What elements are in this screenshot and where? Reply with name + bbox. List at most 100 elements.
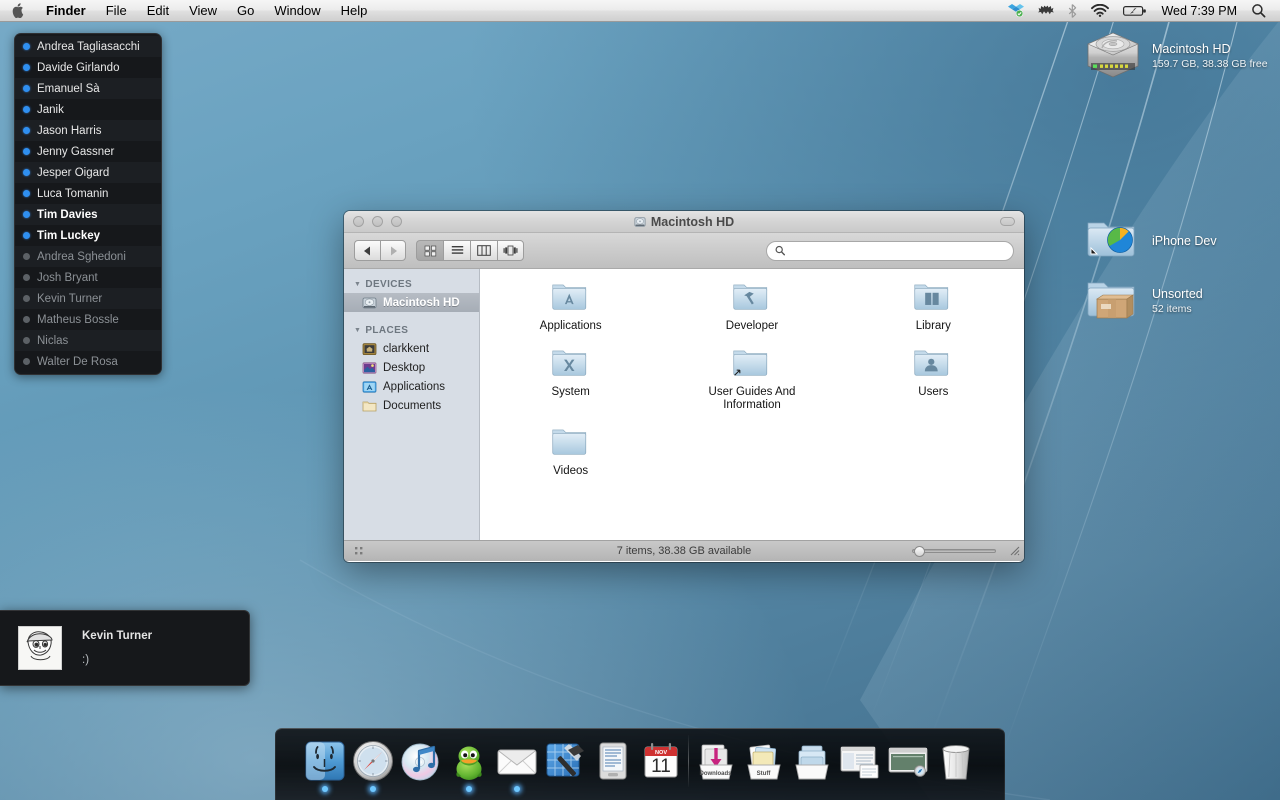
menu-item-edit[interactable]: Edit (137, 0, 179, 21)
sidebar-item-desktop[interactable]: Desktop (344, 358, 479, 377)
finder-window[interactable]: Macintosh HD ▼ DEVICES Macintosh HD ▼ PL… (344, 211, 1024, 562)
desktop-icon-unsorted[interactable]: Unsorted 52 items (1084, 275, 1203, 327)
sidebar-section-devices[interactable]: ▼ DEVICES (344, 276, 479, 293)
applications-folder-icon (362, 380, 377, 393)
dock-minimized-window-2[interactable] (884, 735, 932, 783)
battery-icon[interactable] (1117, 0, 1153, 21)
buddy-row[interactable]: Niclas (15, 330, 161, 351)
chat-notification[interactable]: Kevin Turner :) (0, 610, 250, 686)
dropbox-icon[interactable] (1002, 0, 1030, 21)
file-item-developer[interactable]: Developer (661, 281, 842, 333)
bluetooth-icon[interactable] (1062, 0, 1083, 21)
dock-stack-downloads[interactable]: Downloads (692, 735, 740, 783)
file-item-library[interactable]: Library (843, 281, 1024, 333)
menu-item-file[interactable]: File (96, 0, 137, 21)
forward-button[interactable] (380, 240, 406, 261)
dock-item-trash[interactable] (932, 735, 980, 783)
menu-item-window[interactable]: Window (264, 0, 330, 21)
buddy-row[interactable]: Walter De Rosa (15, 351, 161, 372)
search-icon[interactable] (1245, 0, 1272, 21)
buddy-row[interactable]: Tim Luckey (15, 225, 161, 246)
buddy-row[interactable]: Jenny Gassner (15, 141, 161, 162)
file-item-system[interactable]: System (480, 347, 661, 412)
close-button[interactable] (353, 216, 364, 227)
menu-bar-clock[interactable]: Wed 7:39 PM (1155, 4, 1243, 18)
coverflow-view-button[interactable] (497, 240, 524, 261)
bat-icon[interactable] (1032, 0, 1060, 21)
dock-stack-stuff[interactable]: Stuff (740, 735, 788, 783)
finder-statusbar: 7 items, 38.38 GB available (344, 540, 1024, 561)
file-item-users[interactable]: Users (843, 347, 1024, 412)
buddy-row[interactable]: Andrea Sghedoni (15, 246, 161, 267)
buddy-row[interactable]: Andrea Tagliasacchi (15, 36, 161, 57)
dock-item-finder[interactable] (301, 735, 349, 792)
dock-item-itunes[interactable] (397, 735, 445, 783)
menu-item-go[interactable]: Go (227, 0, 264, 21)
dock-item-xcode[interactable] (541, 735, 589, 783)
desktop[interactable]: Finder File Edit View Go Window Help Wed… (0, 0, 1280, 800)
menu-item-finder[interactable]: Finder (36, 0, 96, 21)
file-item-videos[interactable]: Videos (480, 426, 661, 478)
xcode-hammer-icon (546, 743, 584, 777)
status-dot-online (23, 211, 30, 218)
sidebar-item-documents[interactable]: Documents (344, 396, 479, 415)
buddy-row[interactable]: Janik (15, 99, 161, 120)
dock-minimized-window-1[interactable] (836, 735, 884, 783)
buddy-row[interactable]: Jason Harris (15, 120, 161, 141)
apple-logo-icon[interactable] (0, 0, 36, 21)
desktop-icon-labels: iPhone Dev (1152, 234, 1217, 248)
buddy-row[interactable]: Josh Bryant (15, 267, 161, 288)
resize-handle[interactable] (1009, 545, 1020, 558)
buddy-name: Josh Bryant (37, 271, 98, 284)
dock-item-ical[interactable]: NOV 11 (637, 735, 685, 783)
dock-item-reader[interactable] (589, 735, 637, 783)
dock-item-mail[interactable] (493, 735, 541, 792)
finder-toolbar (344, 233, 1024, 269)
sidebar-item-macintosh-hd[interactable]: Macintosh HD (344, 293, 479, 312)
search-field[interactable] (766, 240, 1014, 261)
zoom-button[interactable] (391, 216, 402, 227)
menu-item-view[interactable]: View (179, 0, 227, 21)
window-titlebar[interactable]: Macintosh HD (344, 211, 1024, 233)
dock-item-safari[interactable] (349, 735, 397, 792)
chevron-down-icon[interactable]: ▼ (354, 281, 361, 288)
dock-item-adium[interactable] (445, 735, 493, 792)
file-label: User Guides And Information (708, 386, 796, 411)
slider-knob[interactable] (914, 545, 925, 557)
fullscreen-toggle[interactable] (1000, 217, 1015, 226)
buddy-row[interactable]: Kevin Turner (15, 288, 161, 309)
wifi-icon[interactable] (1085, 0, 1115, 21)
window-title-text: Macintosh HD (650, 214, 735, 229)
buddy-row[interactable]: Tim Davies (15, 204, 161, 225)
sidebar-item-applications[interactable]: Applications (344, 377, 479, 396)
back-button[interactable] (354, 240, 380, 261)
finder-file-area[interactable]: Applications Developer Library System Us… (480, 269, 1024, 540)
minimize-button[interactable] (372, 216, 383, 227)
search-input[interactable] (790, 244, 1005, 257)
menu-item-help[interactable]: Help (331, 0, 378, 21)
list-view-button[interactable] (443, 240, 470, 261)
buddy-row[interactable]: Jesper Oigard (15, 162, 161, 183)
buddy-row[interactable]: Luca Tomanin (15, 183, 161, 204)
desktop-icon-iphone-dev[interactable]: iPhone Dev (1084, 215, 1217, 267)
calendar-icon: NOV 11 (644, 743, 677, 778)
file-item-applications[interactable]: Applications (480, 281, 661, 333)
dock-stack-folders[interactable] (788, 735, 836, 783)
buddy-list-window[interactable]: Andrea Tagliasacchi Davide Girlando Eman… (14, 33, 162, 375)
bat-glyph (1038, 5, 1055, 14)
buddy-row[interactable]: Matheus Bossle (15, 309, 161, 330)
icon-size-slider[interactable] (912, 545, 996, 557)
status-dot-online (23, 148, 30, 155)
sidebar-item-label: Macintosh HD (383, 296, 460, 309)
desktop-icon-macintosh-hd[interactable]: Macintosh HD 159.7 GB, 38.38 GB free (1084, 30, 1268, 82)
column-view-button[interactable] (470, 240, 497, 261)
resize-grip-icon (1010, 546, 1020, 555)
sidebar-section-places[interactable]: ▼ PLACES (344, 322, 479, 339)
buddy-row[interactable]: Davide Girlando (15, 57, 161, 78)
icon-view-button[interactable] (416, 240, 443, 261)
file-item-user-guides[interactable]: User Guides And Information (661, 347, 842, 412)
chevron-down-icon[interactable]: ▼ (354, 327, 361, 334)
buddy-row[interactable]: Emanuel Sà (15, 78, 161, 99)
finder-icon (305, 741, 344, 781)
sidebar-item-clarkkent[interactable]: clarkkent (344, 339, 479, 358)
